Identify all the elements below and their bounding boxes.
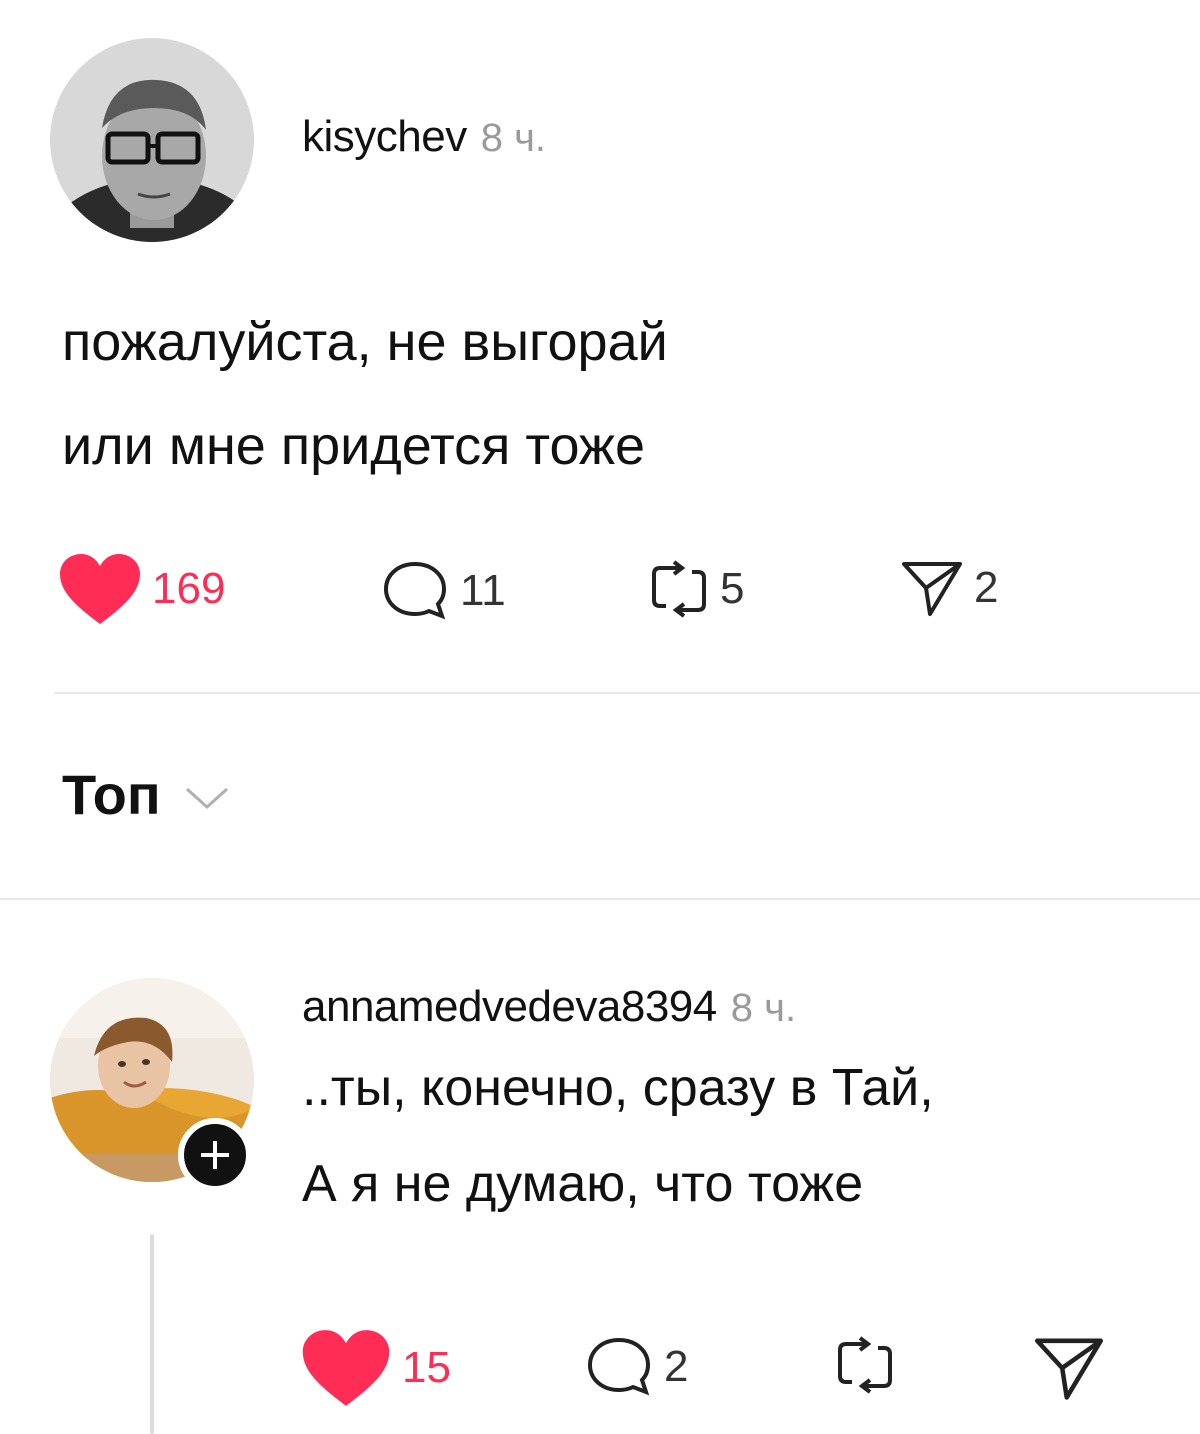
- post-divider: [54, 692, 1200, 694]
- like-count: 169: [152, 564, 226, 613]
- sort-label: Топ: [62, 763, 161, 826]
- avatar-kisychev[interactable]: [50, 38, 254, 242]
- share-button[interactable]: 2: [900, 558, 998, 618]
- follow-button[interactable]: [178, 1118, 252, 1192]
- share-icon: [1035, 1338, 1103, 1400]
- reply-text-line: А я не думаю, что тоже: [302, 1155, 864, 1213]
- chevron-down-icon: [185, 787, 228, 809]
- comment-button[interactable]: 11: [380, 560, 506, 622]
- post-body: пожалуйста, не выгорай или мне придется …: [62, 290, 668, 498]
- reply-like-button[interactable]: 15: [300, 1328, 451, 1408]
- reply-share-button[interactable]: [1032, 1334, 1106, 1402]
- comment-icon: [587, 1337, 651, 1396]
- reply-timestamp: 8 ч.: [730, 986, 797, 1030]
- reply-username[interactable]: annamedvedeva8394: [302, 982, 717, 1032]
- reply-comment-button[interactable]: 2: [584, 1336, 688, 1398]
- repost-button[interactable]: 5: [648, 556, 744, 622]
- repost-icon: [838, 1336, 892, 1394]
- repost-icon: [652, 560, 706, 618]
- heart-icon: [60, 554, 140, 624]
- repost-count: 5: [720, 564, 745, 613]
- comment-count: 11: [460, 566, 506, 615]
- sort-dropdown[interactable]: Топ: [62, 762, 233, 827]
- post-text-line: пожалуйста, не выгорай: [62, 312, 668, 372]
- share-count: 2: [974, 563, 999, 612]
- share-icon: [902, 562, 962, 616]
- sort-divider: [0, 898, 1200, 900]
- plus-icon: [201, 1141, 229, 1169]
- post-username[interactable]: kisychev: [302, 112, 467, 162]
- comment-icon: [383, 561, 447, 620]
- reply-comment-count: 2: [664, 1342, 689, 1391]
- reply-body: ..ты, конечно, сразу в Тай, А я не думаю…: [302, 1040, 934, 1232]
- heart-icon: [302, 1330, 390, 1406]
- like-button[interactable]: 169: [58, 552, 225, 626]
- reply-repost-button[interactable]: [834, 1332, 896, 1398]
- avatar-photo: [50, 38, 254, 242]
- thread-line: [150, 1234, 154, 1434]
- reply-text-line: ..ты, конечно, сразу в Тай,: [302, 1059, 934, 1117]
- reply-like-count: 15: [402, 1343, 451, 1392]
- post-text-line: или мне придется тоже: [62, 416, 646, 476]
- post-timestamp: 8 ч.: [480, 116, 547, 160]
